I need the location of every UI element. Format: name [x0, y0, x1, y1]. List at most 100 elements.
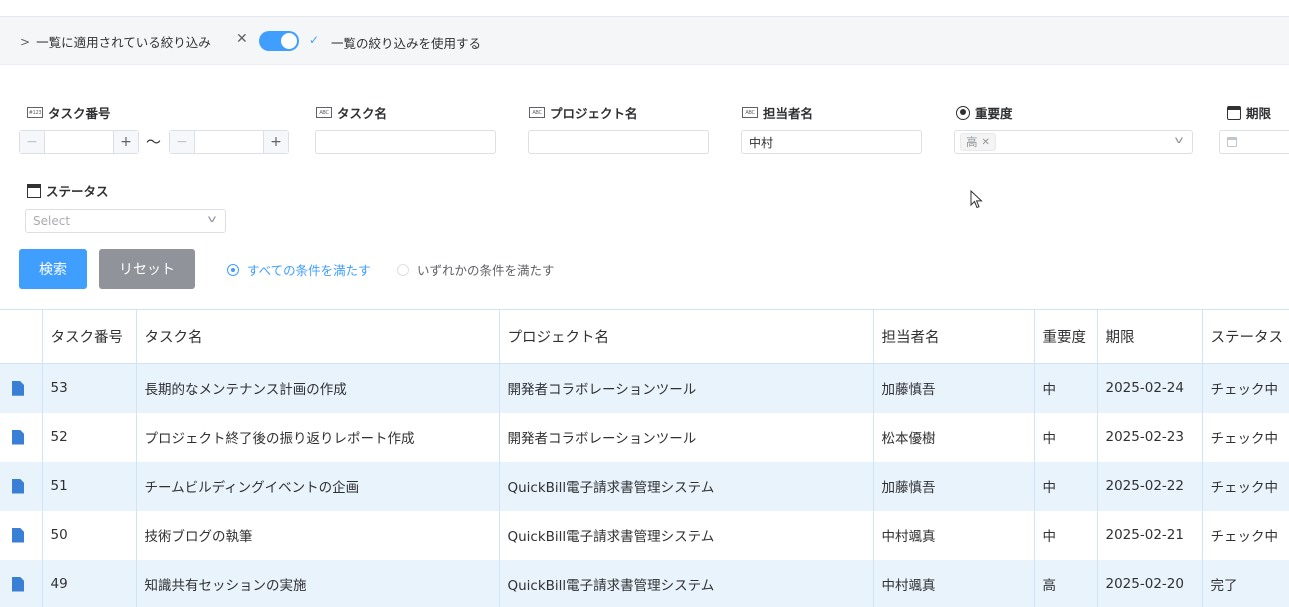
tag-close-icon[interactable]: ✕ [982, 137, 990, 148]
task-table: タスク番号 タスク名 プロジェクト名 担当者名 重要度 期限 ステータス 53 … [0, 309, 1289, 607]
chevron-down-icon: v [1174, 135, 1184, 146]
column-header[interactable]: タスク番号 [42, 309, 137, 364]
task-no-to-stepper[interactable]: − + [169, 130, 289, 154]
status-placeholder: Select [33, 214, 71, 228]
row-icon-cell[interactable] [0, 412, 43, 462]
range-separator: 〜 [146, 133, 162, 151]
assignee-label: ABC 担当者名 [742, 103, 813, 122]
row-icon-cell[interactable] [0, 559, 43, 607]
task-no-from-value[interactable] [45, 131, 113, 153]
chevron-right-icon: > [20, 34, 31, 49]
plus-icon[interactable]: + [113, 131, 138, 153]
match-any-option[interactable]: いずれかの条件を満たす [397, 260, 555, 279]
row-icon-cell[interactable] [0, 461, 43, 511]
document-icon[interactable] [12, 478, 24, 494]
match-any-label: いずれかの条件を満たす [417, 263, 555, 278]
match-all-option[interactable]: すべての条件を満たす [227, 260, 371, 279]
cell-task-no: 49 [42, 559, 137, 607]
applied-filters-expander[interactable]: > 一覧に適用されている絞り込み [20, 32, 211, 51]
cell-deadline: 2025-02-24 [1097, 363, 1203, 413]
radio-unselected-icon[interactable] [397, 263, 409, 276]
search-button[interactable]: 検索 [19, 249, 87, 289]
cell-assignee: 加藤慎吾 [873, 363, 1035, 413]
document-icon[interactable] [12, 380, 24, 396]
toggle-knob [281, 33, 297, 49]
cell-deadline: 2025-02-20 [1097, 559, 1203, 607]
cell-deadline: 2025-02-21 [1097, 510, 1203, 560]
cell-status: チェック中 [1202, 461, 1289, 511]
task-name-input[interactable] [315, 130, 496, 154]
radio-type-icon [956, 105, 970, 120]
number-type-icon: #123 [27, 107, 43, 118]
project-name-input[interactable] [528, 130, 709, 154]
cell-assignee: 松本優樹 [873, 412, 1035, 462]
task-no-label-text: タスク番号 [48, 106, 111, 121]
column-header[interactable]: 期限 [1097, 309, 1203, 364]
cell-task-name: 知識共有セッションの実施 [136, 559, 500, 607]
cell-assignee: 加藤慎吾 [873, 461, 1035, 511]
text-type-icon: ABC [529, 107, 545, 118]
cell-project: QuickBill電子請求書管理システム [499, 510, 874, 560]
select-type-icon [27, 183, 41, 198]
project-name-label-text: プロジェクト名 [550, 106, 638, 121]
row-icon-cell[interactable] [0, 510, 43, 560]
row-icon-cell[interactable] [0, 363, 43, 413]
assignee-input[interactable]: 中村 [741, 130, 922, 154]
priority-label: 重要度 [956, 103, 1013, 122]
column-header[interactable]: 担当者名 [873, 309, 1035, 364]
cell-task-name: プロジェクト終了後の振り返りレポート作成 [136, 412, 500, 462]
cell-status: チェック中 [1202, 363, 1289, 413]
cell-project: QuickBill電子請求書管理システム [499, 461, 874, 511]
cell-deadline: 2025-02-22 [1097, 461, 1203, 511]
cell-priority: 中 [1034, 412, 1098, 462]
plus-icon[interactable]: + [263, 131, 288, 153]
column-header[interactable]: タスク名 [136, 309, 500, 364]
priority-select[interactable]: 高 ✕ v [954, 130, 1193, 154]
table-row[interactable]: 50 技術ブログの執筆 QuickBill電子請求書管理システム 中村颯真 中 … [0, 510, 1289, 560]
clear-filter-icon[interactable]: ✕ [236, 31, 248, 47]
chevron-down-icon: v [207, 214, 217, 225]
radio-selected-icon[interactable] [227, 263, 239, 276]
column-header[interactable]: プロジェクト名 [499, 309, 874, 364]
mouse-cursor-icon [970, 190, 983, 209]
cell-task-no: 50 [42, 510, 137, 560]
cell-project: 開発者コラボレーションツール [499, 363, 874, 413]
document-icon[interactable] [12, 429, 24, 445]
document-icon[interactable] [12, 576, 24, 592]
table-row[interactable]: 52 プロジェクト終了後の振り返りレポート作成 開発者コラボレーションツール 松… [0, 412, 1289, 462]
minus-icon[interactable]: − [170, 131, 195, 153]
check-icon: ✓ [309, 33, 320, 47]
cell-status: チェック中 [1202, 412, 1289, 462]
column-header[interactable]: 重要度 [1034, 309, 1098, 364]
table-row[interactable]: 53 長期的なメンテナンス計画の作成 開発者コラボレーションツール 加藤慎吾 中… [0, 363, 1289, 413]
top-strip [0, 0, 1289, 17]
table-row[interactable]: 49 知識共有セッションの実施 QuickBill電子請求書管理システム 中村颯… [0, 559, 1289, 607]
cell-task-name: 技術ブログの執筆 [136, 510, 500, 560]
deadline-label: 期限 [1227, 103, 1271, 122]
table-header-row: タスク番号 タスク名 プロジェクト名 担当者名 重要度 期限 ステータス [0, 309, 1289, 364]
cell-status: 完了 [1202, 559, 1289, 607]
use-filter-toggle[interactable] [259, 31, 299, 51]
cell-project: QuickBill電子請求書管理システム [499, 559, 874, 607]
task-no-from-stepper[interactable]: − + [19, 130, 139, 154]
cell-assignee: 中村颯真 [873, 559, 1035, 607]
calendar-icon [1227, 105, 1241, 120]
cell-task-no: 51 [42, 461, 137, 511]
minus-icon[interactable]: − [20, 131, 45, 153]
deadline-input[interactable] [1219, 130, 1289, 154]
cell-task-no: 52 [42, 412, 137, 462]
column-header[interactable]: ステータス [1202, 309, 1289, 364]
deadline-label-text: 期限 [1246, 106, 1272, 121]
use-filter-label: 一覧の絞り込みを使用する [331, 36, 482, 51]
priority-label-text: 重要度 [975, 106, 1013, 121]
status-label-text: ステータス [46, 184, 109, 199]
reset-button[interactable]: リセット [99, 249, 195, 289]
assignee-label-text: 担当者名 [763, 106, 814, 121]
table-row[interactable]: 51 チームビルディングイベントの企画 QuickBill電子請求書管理システム… [0, 461, 1289, 511]
status-select[interactable]: Select v [25, 209, 226, 233]
document-icon[interactable] [12, 527, 24, 543]
column-header-icon [0, 309, 43, 364]
cell-task-name: チームビルディングイベントの企画 [136, 461, 500, 511]
task-no-to-value[interactable] [195, 131, 263, 153]
text-type-icon: ABC [316, 107, 332, 118]
